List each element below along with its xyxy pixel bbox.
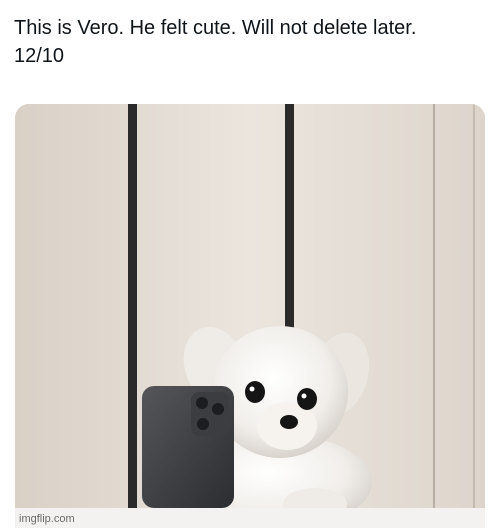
tweet-text-line-2: 12/10 — [14, 45, 65, 67]
tweet-text-line-1: This is Vero. He felt cute. Will not del… — [14, 17, 417, 39]
tweet-text: This is Vero. He felt cute. Will not del… — [14, 14, 484, 70]
wall-strip-left — [128, 104, 137, 509]
phone-camera-module — [191, 392, 229, 436]
puppy-photo — [15, 104, 485, 528]
wall-seam-far — [473, 104, 475, 509]
puppy-eye-left — [245, 381, 265, 403]
wall-seam-right — [433, 104, 435, 509]
puppy-eye-right — [297, 388, 317, 410]
table-surface — [15, 508, 485, 528]
tweet-photo[interactable]: imgflip.com — [15, 104, 485, 528]
imgflip-watermark: imgflip.com — [19, 513, 75, 525]
puppy-nose — [280, 415, 298, 429]
